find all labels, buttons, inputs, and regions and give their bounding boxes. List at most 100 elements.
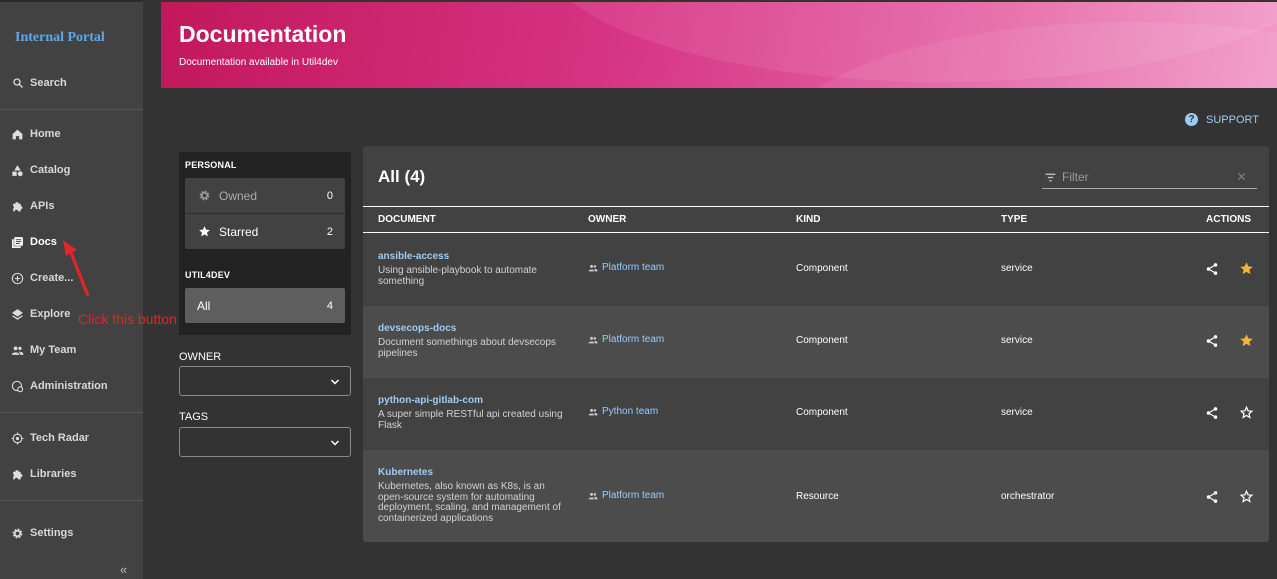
extension-icon: [11, 200, 24, 213]
type-cell: service: [1001, 335, 1033, 346]
tags-select[interactable]: [179, 427, 351, 457]
owner-name: Platform team: [602, 262, 665, 273]
filter-owned[interactable]: Owned 0: [185, 178, 345, 213]
sidebar-search[interactable]: Search: [0, 68, 143, 98]
sidebar-item-label: Settings: [30, 527, 74, 539]
app-logo[interactable]: Internal Portal: [15, 30, 105, 46]
sidebar-divider: [0, 109, 143, 110]
sidebar-item-apis[interactable]: APIs: [0, 191, 143, 221]
owner-name: Platform team: [602, 490, 665, 501]
page-title: Documentation: [179, 21, 347, 47]
sidebar-item-label: Docs: [30, 236, 57, 248]
star-icon[interactable]: [1239, 333, 1254, 348]
sidebar-item-catalog[interactable]: Catalog: [0, 155, 143, 185]
kind-cell: Component: [796, 407, 848, 418]
filter-all[interactable]: All 4: [185, 288, 345, 323]
filter-starred-count: 2: [326, 225, 333, 238]
document-link[interactable]: Kubernetes: [378, 467, 433, 478]
layers-icon: [11, 308, 24, 321]
group-icon: [11, 344, 24, 357]
owner-link[interactable]: Python team: [588, 406, 658, 417]
help-icon: ?: [1185, 113, 1198, 126]
document-description: Document somethings about devsecops pipe…: [378, 337, 556, 359]
filter-owned-label: Owned: [219, 188, 258, 203]
page-subtitle: Documentation available in Util4dev: [179, 57, 338, 68]
filter-starred[interactable]: Starred 2: [185, 214, 345, 249]
kind-cell: Resource: [796, 491, 839, 502]
type-cell: service: [1001, 407, 1033, 418]
column-header-document[interactable]: DOCUMENT: [378, 214, 436, 225]
document-description: Using ansible-playbook to automate somet…: [378, 265, 537, 287]
owner-name: Python team: [602, 406, 659, 417]
table-row: Kubernetes Kubernetes, also known as K8s…: [363, 450, 1269, 542]
table-row: python-api-gitlab-com A super simple RES…: [363, 378, 1269, 450]
category-icon: [11, 164, 24, 177]
owner-link[interactable]: Platform team: [588, 490, 664, 501]
document-link[interactable]: devsecops-docs: [378, 323, 456, 334]
owner-select[interactable]: [179, 366, 351, 396]
sidebar-divider: [0, 412, 143, 413]
star-icon: [197, 225, 211, 239]
owner-link[interactable]: Platform team: [588, 334, 664, 345]
type-cell: service: [1001, 263, 1033, 274]
document-link[interactable]: ansible-access: [378, 251, 449, 262]
sidebar-item-home[interactable]: Home: [0, 119, 143, 149]
extension-icon: [11, 468, 24, 481]
document-link[interactable]: python-api-gitlab-com: [378, 395, 483, 406]
documents-table: All (4) DOCUMENT OWNER KIND TYPE ACTIONS…: [363, 146, 1269, 542]
sidebar-item-tech-radar[interactable]: Tech Radar: [0, 423, 143, 453]
kind-cell: Component: [796, 335, 848, 346]
sidebar-collapse-button[interactable]: «: [120, 562, 127, 577]
sidebar-item-administration[interactable]: Administration: [0, 371, 143, 401]
annotation-text: Click this button: [78, 311, 177, 327]
sidebar-search-label: Search: [30, 77, 67, 89]
clear-icon[interactable]: [1236, 171, 1247, 182]
sidebar-item-label: Tech Radar: [30, 432, 90, 444]
search-icon: [11, 77, 24, 90]
personal-filter-group: Owned 0 Starred 2: [185, 178, 345, 249]
owner-filter-label: OWNER: [179, 351, 222, 363]
admin-icon: [11, 380, 24, 393]
star-outline-icon[interactable]: [1239, 489, 1254, 504]
filter-input[interactable]: [1062, 168, 1232, 186]
org-section-title: UTIL4DEV: [185, 270, 231, 280]
share-icon[interactable]: [1205, 334, 1219, 348]
sidebar-item-libraries[interactable]: Libraries: [0, 459, 143, 489]
star-icon[interactable]: [1239, 261, 1254, 276]
sidebar-item-label: Home: [30, 128, 61, 140]
column-header-owner[interactable]: OWNER: [588, 214, 626, 225]
library-books-icon: [11, 236, 24, 249]
sidebar-item-label: Catalog: [30, 164, 71, 176]
sidebar-item-my-team[interactable]: My Team: [0, 335, 143, 365]
sidebar-item-settings[interactable]: Settings: [0, 518, 143, 548]
table-filter: [1042, 166, 1257, 189]
group-icon: [588, 264, 598, 271]
column-header-type[interactable]: TYPE: [1001, 214, 1027, 225]
type-cell: orchestrator: [1001, 491, 1055, 502]
table-row: ansible-access Using ansible-playbook to…: [363, 234, 1269, 306]
share-icon[interactable]: [1205, 262, 1219, 276]
add-circle-icon: [11, 272, 24, 285]
annotation-arrow: [63, 240, 90, 297]
filter-owned-count: 0: [326, 189, 333, 202]
org-filter-group: All 4: [185, 288, 345, 323]
group-icon: [588, 408, 598, 415]
sidebar-item-label: Administration: [30, 380, 108, 392]
sidebar-item-label: Explore: [30, 308, 71, 320]
share-icon[interactable]: [1205, 406, 1219, 420]
owner-name: Platform team: [602, 334, 665, 345]
gear-icon: [11, 527, 24, 540]
personal-section-title: PERSONAL: [185, 160, 237, 170]
home-icon: [11, 128, 24, 141]
tags-filter-label: TAGS: [179, 411, 209, 423]
share-icon[interactable]: [1205, 490, 1219, 504]
table-header: DOCUMENT OWNER KIND TYPE ACTIONS: [363, 206, 1269, 233]
chevron-down-icon: [330, 440, 340, 446]
chevron-down-icon: [330, 379, 340, 385]
column-header-kind[interactable]: KIND: [796, 214, 820, 225]
support-button[interactable]: ? SUPPORT: [1185, 113, 1259, 126]
group-icon: [588, 492, 598, 499]
star-outline-icon[interactable]: [1239, 405, 1254, 420]
owner-link[interactable]: Platform team: [588, 262, 664, 273]
document-description: A super simple RESTful api created using…: [378, 409, 563, 431]
